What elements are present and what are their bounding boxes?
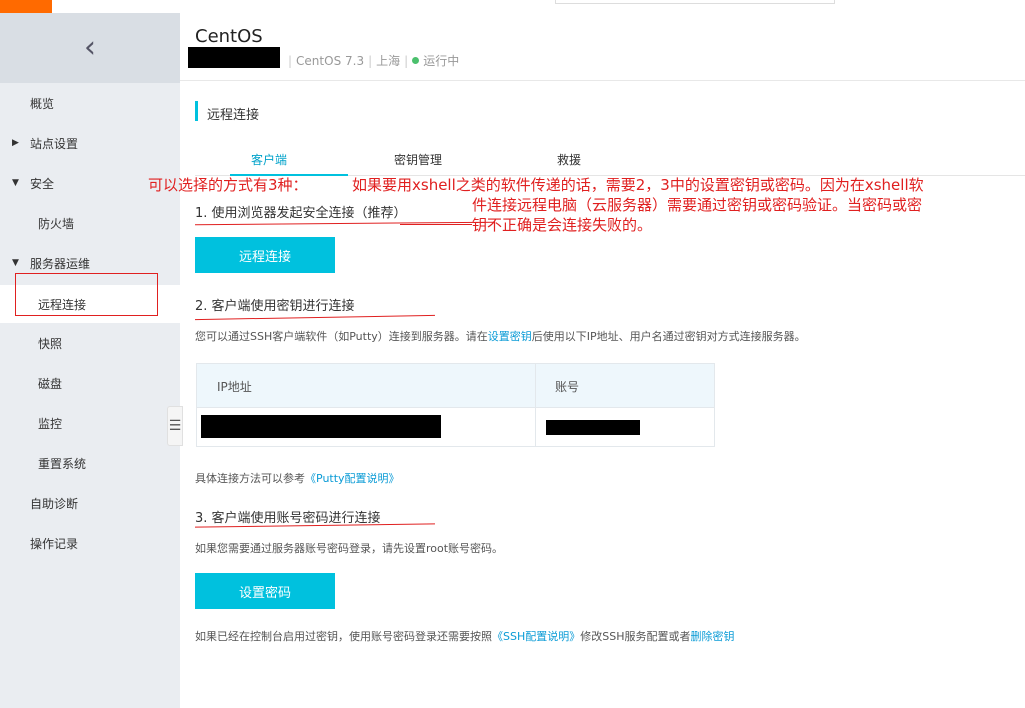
os-version: CentOS 7.3 bbox=[296, 53, 365, 68]
redacted-account bbox=[546, 420, 640, 435]
annotation-underline bbox=[195, 314, 435, 321]
sidebar-item-label: 重置系统 bbox=[38, 456, 87, 471]
step1-heading: 1. 使用浏览器发起安全连接（推荐） bbox=[195, 206, 407, 221]
sidebar-item-label: 概览 bbox=[30, 96, 55, 111]
caret-down-icon: ▼ bbox=[12, 178, 19, 188]
column-header-ip: IP地址 bbox=[217, 380, 252, 394]
sidebar-item-site-settings[interactable]: ▶ 站点设置 bbox=[0, 125, 180, 161]
brand-logo[interactable] bbox=[0, 0, 52, 13]
sidebar-item-operation-log[interactable]: 操作记录 bbox=[0, 525, 180, 561]
tab-client[interactable]: 客户端 bbox=[251, 151, 287, 168]
annotation-connector bbox=[400, 224, 472, 225]
sidebar-item-snapshot[interactable]: 快照 bbox=[0, 325, 180, 361]
sidebar-item-label: 监控 bbox=[38, 416, 63, 431]
step2-description: 您可以通过SSH客户端软件（如Putty）连接到服务器。请在设置密钥后使用以下I… bbox=[195, 330, 806, 343]
chevron-left-icon: ‹ bbox=[84, 30, 96, 65]
sidebar-item-label: 远程连接 bbox=[38, 297, 87, 312]
delete-key-link[interactable]: 删除密钥 bbox=[691, 630, 735, 643]
collapse-sidebar-handle[interactable]: ☰ bbox=[167, 406, 183, 446]
sidebar-item-label: 站点设置 bbox=[30, 136, 79, 151]
sidebar-item-label: 磁盘 bbox=[38, 376, 63, 391]
sidebar: ‹ 概览 ▶ 站点设置 ▼ 安全 防火墙 ▼ 服务器运维 远程连接 快照 磁盘 … bbox=[0, 13, 180, 708]
sidebar-item-monitor[interactable]: 监控 bbox=[0, 405, 180, 441]
table-header: IP地址 账号 bbox=[197, 364, 714, 408]
top-search-input[interactable] bbox=[555, 0, 835, 4]
sidebar-item-label: 自助诊断 bbox=[30, 496, 79, 511]
status-dot-icon bbox=[412, 57, 420, 64]
set-password-button[interactable]: 设置密码 bbox=[195, 573, 335, 609]
step3-note: 如果已经在控制台启用过密钥，使用账号密码登录还需要按照《SSH配置说明》修改SS… bbox=[195, 630, 735, 643]
remote-connect-button[interactable]: 远程连接 bbox=[195, 237, 335, 273]
annotation-right-line2: 件连接远程电脑（云服务器）需要通过密钥或密码验证。当密码或密 bbox=[472, 196, 923, 214]
redacted-instance-id bbox=[188, 47, 280, 68]
tab-key-management[interactable]: 密钥管理 bbox=[394, 151, 442, 168]
sidebar-item-overview[interactable]: 概览 bbox=[0, 85, 180, 121]
annotation-right-line3: 钥不正确是会连接失败的。 bbox=[472, 216, 653, 234]
instance-meta: | CentOS 7.3 | 上海 | 运行中 bbox=[288, 53, 460, 69]
sidebar-item-self-diagnosis[interactable]: 自助诊断 bbox=[0, 485, 180, 521]
page-title: CentOS bbox=[195, 26, 263, 47]
sidebar-item-label: 防火墙 bbox=[38, 216, 75, 231]
region: 上海 bbox=[376, 54, 401, 68]
ssh-guide-link[interactable]: 《SSH配置说明》 bbox=[492, 630, 580, 643]
sidebar-item-reset-system[interactable]: 重置系统 bbox=[0, 445, 180, 481]
section-title: 远程连接 bbox=[207, 108, 260, 123]
caret-right-icon: ▶ bbox=[12, 138, 19, 148]
top-bar bbox=[0, 0, 1025, 13]
section-accent-bar bbox=[195, 101, 198, 121]
column-header-account: 账号 bbox=[555, 380, 580, 394]
status-badge: 运行中 bbox=[423, 54, 460, 68]
set-key-link[interactable]: 设置密钥 bbox=[488, 330, 532, 343]
sidebar-item-remote-connect[interactable]: 远程连接 bbox=[0, 285, 180, 323]
divider bbox=[180, 80, 1025, 81]
redacted-ip-address bbox=[201, 415, 441, 438]
step3-description: 如果您需要通过服务器账号密码登录，请先设置root账号密码。 bbox=[195, 542, 504, 555]
sidebar-item-disk[interactable]: 磁盘 bbox=[0, 365, 180, 401]
annotation-left: 可以选择的方式有3种： bbox=[148, 176, 308, 194]
sidebar-item-label: 服务器运维 bbox=[30, 256, 91, 271]
step2-heading: 2. 客户端使用密钥进行连接 bbox=[195, 299, 355, 314]
putty-reference: 具体连接方法可以参考《Putty配置说明》 bbox=[195, 472, 400, 485]
sidebar-item-firewall[interactable]: 防火墙 bbox=[0, 205, 180, 241]
step3-heading: 3. 客户端使用账号密码进行连接 bbox=[195, 511, 381, 526]
menu-icon: ☰ bbox=[168, 418, 182, 434]
annotation-right-line1: 如果要用xshell之类的软件传递的话，需要2，3中的设置密钥或密码。因为在xs… bbox=[352, 176, 924, 194]
back-button[interactable]: ‹ bbox=[0, 13, 180, 83]
sidebar-item-label: 操作记录 bbox=[30, 536, 79, 551]
sidebar-item-server-ops[interactable]: ▼ 服务器运维 bbox=[0, 245, 180, 281]
sidebar-item-label: 安全 bbox=[30, 176, 55, 191]
tab-rescue[interactable]: 救援 bbox=[557, 151, 581, 168]
sidebar-item-label: 快照 bbox=[38, 336, 63, 351]
connection-info-table: IP地址 账号 bbox=[196, 363, 715, 447]
putty-guide-link[interactable]: 《Putty配置说明》 bbox=[305, 472, 400, 485]
caret-down-icon: ▼ bbox=[12, 258, 19, 268]
